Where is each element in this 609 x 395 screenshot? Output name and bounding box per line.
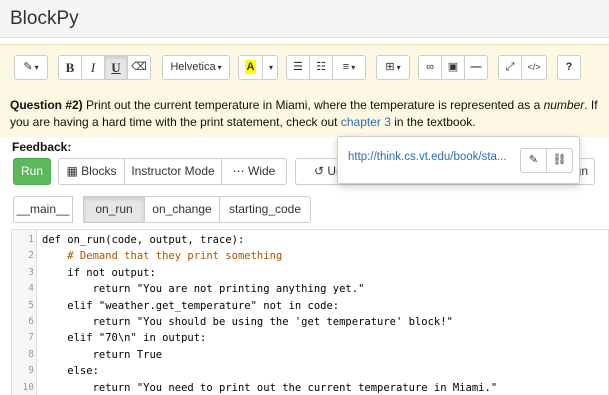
tab-on-run[interactable]: on_run — [83, 196, 145, 223]
wide-button-label: Wide — [248, 164, 276, 178]
question-body-start: Print out the current temperature in Mia… — [82, 98, 544, 112]
font-family-dropdown[interactable]: Helvetica ▾ — [162, 55, 230, 80]
horizontal-rule-icon: — — [470, 61, 482, 73]
unordered-list-button[interactable]: ☰ — [286, 55, 310, 80]
question-text[interactable]: Question #2) Print out the current tempe… — [10, 97, 600, 131]
instructor-mode-button[interactable]: Instructor Mode — [124, 158, 222, 185]
instructions-editor[interactable]: ✎ ▾ B I U ⌫ Helvetica ▾ A ▾ ☰ ☷ ≡ ▾ ⊞ ▾ ∞ — [0, 44, 609, 137]
question-body-end: in the textbook. — [390, 115, 476, 129]
horizontal-rule-button[interactable]: — — [464, 55, 488, 80]
edit-link-button[interactable]: ✎ — [520, 148, 547, 173]
undo-icon: ↺ — [313, 164, 325, 178]
insert-link-button[interactable]: ∞ — [418, 55, 442, 80]
font-family-value: Helvetica — [170, 61, 216, 73]
run-button[interactable]: Run — [13, 158, 51, 185]
app-header: BlockPy — [0, 0, 609, 38]
unlink-icon: ⛓ — [552, 154, 567, 166]
code-editor[interactable]: 1 def on_run(code, output, trace): 2 # De… — [11, 229, 609, 395]
chevron-down-icon: ▾ — [268, 63, 273, 72]
image-icon: ▣ — [447, 61, 459, 73]
eraser-icon: ⌫ — [131, 61, 147, 73]
magic-wand-icon: ✎ — [23, 61, 33, 73]
fullscreen-icon: ⤢ — [505, 61, 515, 73]
wide-button[interactable]: ⋯ Wide — [221, 158, 287, 185]
italic-button[interactable]: I — [81, 55, 105, 80]
ellipsis-icon: ⋯ — [232, 164, 245, 178]
blocks-button-label: Blocks — [81, 164, 117, 178]
help-button[interactable]: ? — [557, 55, 581, 80]
paragraph-align-dropdown[interactable]: ≡ ▾ — [332, 55, 366, 80]
table-dropdown[interactable]: ⊞ ▾ — [376, 55, 410, 80]
link-icon: ∞ — [426, 61, 434, 73]
font-color-label: A — [244, 60, 257, 74]
unordered-list-icon: ☰ — [293, 61, 303, 73]
font-color-dropdown[interactable]: ▾ — [262, 55, 278, 80]
question-label: Question #2) — [10, 98, 83, 112]
blocks-button[interactable]: ▦ Blocks — [58, 158, 125, 185]
unlink-button[interactable]: ⛓ — [546, 148, 573, 173]
ordered-list-icon: ☷ — [316, 61, 326, 73]
align-left-icon: ≡ — [342, 61, 350, 73]
link-url[interactable]: http://think.cs.vt.edu/book/sta... — [348, 151, 507, 163]
table-icon: ⊞ — [385, 61, 395, 73]
ordered-list-button[interactable]: ☷ — [309, 55, 333, 80]
chapter-link[interactable]: chapter 3 — [341, 115, 391, 129]
app-title: BlockPy — [10, 8, 79, 29]
insert-image-button[interactable]: ▣ — [441, 55, 465, 80]
link-popover: http://think.cs.vt.edu/book/sta... ✎ ⛓ — [337, 136, 580, 184]
magic-style-button[interactable]: ✎ ▾ — [14, 55, 48, 80]
font-color-button[interactable]: A — [238, 55, 263, 80]
tab-starting-code[interactable]: starting_code — [219, 196, 311, 223]
grid-icon: ▦ — [66, 164, 78, 178]
bold-button[interactable]: B — [58, 55, 82, 80]
tab-main[interactable]: __main__ — [13, 196, 73, 223]
question-emphasis: number — [543, 98, 585, 112]
underline-button[interactable]: U — [104, 55, 128, 80]
fullscreen-button[interactable]: ⤢ — [498, 55, 522, 80]
code-view-button[interactable]: </> — [521, 55, 547, 80]
clear-format-button[interactable]: ⌫ — [127, 55, 151, 80]
tab-on-change[interactable]: on_change — [144, 196, 220, 223]
edit-link-icon: ✎ — [528, 154, 539, 166]
feedback-label: Feedback: — [12, 140, 72, 154]
